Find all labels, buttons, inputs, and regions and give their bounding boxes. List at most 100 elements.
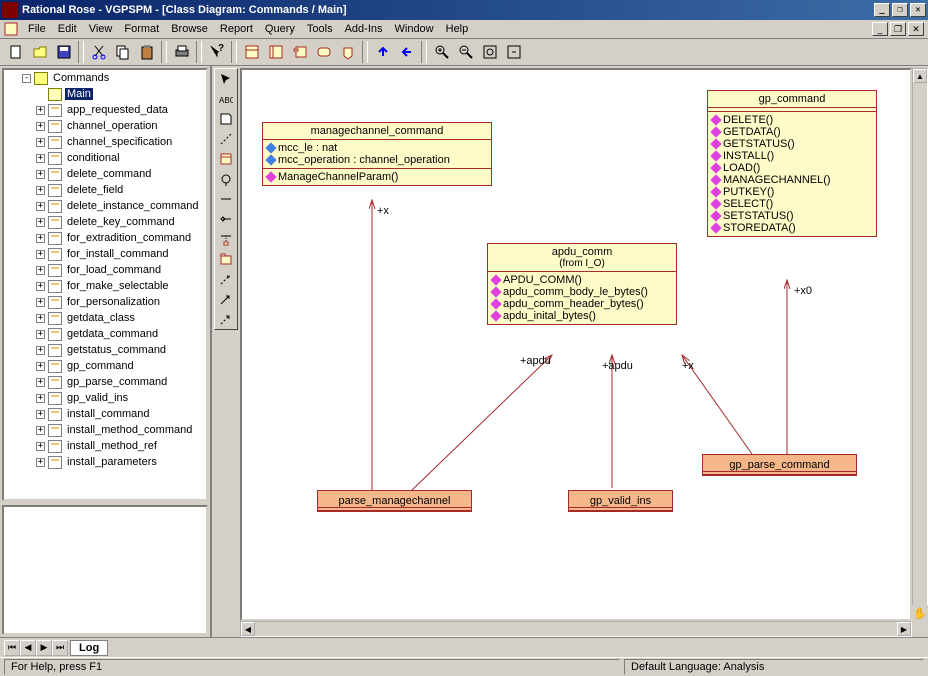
context-help-button[interactable]: ? [205, 41, 228, 63]
log-last-button[interactable]: ⏭ [52, 640, 68, 656]
scroll-up-button[interactable]: ▲ [913, 69, 927, 83]
browse-state-button[interactable] [312, 41, 335, 63]
class-tool[interactable] [215, 149, 237, 169]
menu-query[interactable]: Query [259, 21, 301, 37]
expander-icon[interactable]: + [36, 458, 45, 467]
mdi-minimize[interactable]: _ [872, 22, 888, 36]
expander-icon[interactable]: + [36, 218, 45, 227]
expander-icon[interactable]: + [36, 314, 45, 323]
tree-node[interactable]: +delete_instance_command [4, 198, 206, 214]
tree-node[interactable]: +install_command [4, 406, 206, 422]
tree-node[interactable]: +for_make_selectable [4, 278, 206, 294]
tree-node[interactable]: +install_method_ref [4, 438, 206, 454]
class-apdu-comm[interactable]: apdu_comm (from I_O) APDU_COMM() apdu_co… [487, 243, 677, 325]
tree-node[interactable]: Main [4, 86, 206, 102]
log-prev-button[interactable]: ◀ [20, 640, 36, 656]
expander-icon[interactable]: - [22, 74, 31, 83]
tree-node[interactable]: +gp_command [4, 358, 206, 374]
undo-fit-button[interactable] [502, 41, 525, 63]
tree-node[interactable]: +gp_valid_ins [4, 390, 206, 406]
tree-node[interactable]: +delete_key_command [4, 214, 206, 230]
new-button[interactable] [4, 41, 27, 63]
class-gp-parse-command[interactable]: gp_parse_command [702, 454, 857, 476]
tree-node[interactable]: +for_extradition_command [4, 230, 206, 246]
menu-edit[interactable]: Edit [52, 21, 83, 37]
menu-browse[interactable]: Browse [165, 21, 214, 37]
expander-icon[interactable]: + [36, 266, 45, 275]
tree-node[interactable]: +install_parameters [4, 454, 206, 470]
browse-parent-button[interactable] [371, 41, 394, 63]
tree-node[interactable]: +channel_specification [4, 134, 206, 150]
tree-node[interactable]: -Commands [4, 70, 206, 86]
tree-node[interactable]: +gp_parse_command [4, 374, 206, 390]
browse-interaction-button[interactable] [264, 41, 287, 63]
selection-tool[interactable] [215, 69, 237, 89]
pan-icon[interactable]: ✋ [912, 605, 928, 621]
expander-icon[interactable]: + [36, 410, 45, 419]
menu-help[interactable]: Help [440, 21, 475, 37]
tree-node[interactable]: +for_personalization [4, 294, 206, 310]
association-class-tool[interactable] [215, 229, 237, 249]
expander-icon[interactable]: + [36, 330, 45, 339]
tree-node[interactable]: +getdata_class [4, 310, 206, 326]
expander-icon[interactable]: + [36, 202, 45, 211]
tree-node[interactable]: +getstatus_command [4, 342, 206, 358]
tree-node[interactable]: +delete_field [4, 182, 206, 198]
zoom-in-button[interactable] [430, 41, 453, 63]
browse-class-button[interactable] [240, 41, 263, 63]
note-tool[interactable] [215, 109, 237, 129]
maximize-button[interactable]: ❐ [892, 3, 908, 17]
tree-node[interactable]: +app_requested_data [4, 102, 206, 118]
expander-icon[interactable]: + [36, 138, 45, 147]
tree-node[interactable]: +install_method_command [4, 422, 206, 438]
diagram-canvas[interactable]: managechannel_command mcc_le : nat mcc_o… [240, 68, 912, 621]
documentation-pane[interactable] [2, 505, 208, 635]
fit-window-button[interactable] [478, 41, 501, 63]
package-tool[interactable] [215, 249, 237, 269]
expander-icon[interactable]: + [36, 442, 45, 451]
menu-view[interactable]: View [83, 21, 119, 37]
class-parse-managechannel[interactable]: parse_managechannel [317, 490, 472, 512]
tree-node[interactable]: +conditional [4, 150, 206, 166]
dependency-tool[interactable] [215, 269, 237, 289]
text-tool[interactable]: ABC [215, 89, 237, 109]
association-tool[interactable] [215, 189, 237, 209]
expander-icon[interactable]: + [36, 346, 45, 355]
log-tab[interactable]: Log [70, 640, 108, 656]
paste-button[interactable] [135, 41, 158, 63]
expander-icon[interactable]: + [36, 298, 45, 307]
log-first-button[interactable]: ⏮ [4, 640, 20, 656]
interface-tool[interactable] [215, 169, 237, 189]
class-gp-valid-ins[interactable]: gp_valid_ins [568, 490, 673, 512]
tree-node[interactable]: +channel_operation [4, 118, 206, 134]
menu-addins[interactable]: Add-Ins [339, 21, 389, 37]
class-gp-command[interactable]: gp_command DELETE() GETDATA() GETSTATUS(… [707, 90, 877, 237]
copy-button[interactable] [111, 41, 134, 63]
generalization-tool[interactable] [215, 289, 237, 309]
minimize-button[interactable]: _ [874, 3, 890, 17]
realize-tool[interactable] [215, 309, 237, 329]
menu-file[interactable]: File [22, 21, 52, 37]
print-button[interactable] [170, 41, 193, 63]
expander-icon[interactable]: + [36, 250, 45, 259]
zoom-out-button[interactable] [454, 41, 477, 63]
expander-icon[interactable]: + [36, 170, 45, 179]
expander-icon[interactable]: + [36, 234, 45, 243]
browse-component-button[interactable] [288, 41, 311, 63]
vertical-scrollbar[interactable]: ▲ ▼ [912, 68, 928, 621]
browse-prev-button[interactable] [395, 41, 418, 63]
expander-icon[interactable]: + [36, 282, 45, 291]
tree-node[interactable]: +for_install_command [4, 246, 206, 262]
close-button[interactable]: ✕ [910, 3, 926, 17]
menu-window[interactable]: Window [389, 21, 440, 37]
expander-icon[interactable]: + [36, 186, 45, 195]
expander-icon[interactable]: + [36, 378, 45, 387]
log-next-button[interactable]: ▶ [36, 640, 52, 656]
scroll-left-button[interactable]: ◀ [241, 622, 255, 636]
menu-format[interactable]: Format [118, 21, 165, 37]
expander-icon[interactable]: + [36, 362, 45, 371]
mdi-restore[interactable]: ❐ [890, 22, 906, 36]
browse-deploy-button[interactable] [336, 41, 359, 63]
mdi-close[interactable]: ✕ [908, 22, 924, 36]
expander-icon[interactable]: + [36, 106, 45, 115]
